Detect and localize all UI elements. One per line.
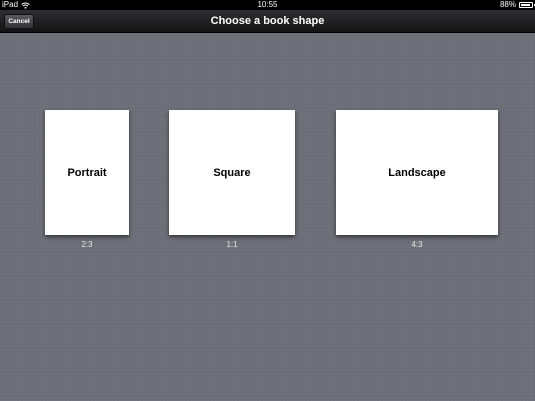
portrait-ratio: 2:3 [81, 240, 93, 249]
square-shape-card[interactable]: Square [169, 110, 295, 235]
status-bar: iPad 10:55 88% [0, 0, 535, 10]
battery-icon [519, 2, 535, 8]
status-time: 10:55 [257, 0, 278, 9]
nav-bar: Choose a book shape Cancel [0, 10, 535, 33]
page-title: Choose a book shape [210, 15, 325, 27]
portrait-shape-card[interactable]: Portrait [45, 110, 129, 235]
battery-fill [521, 4, 530, 6]
landscape-label: Landscape [388, 166, 446, 179]
status-right: 88% [499, 0, 535, 10]
landscape-shape-card[interactable]: Landscape [336, 110, 498, 235]
portrait-label: Portrait [67, 166, 107, 179]
cancel-button[interactable]: Cancel [4, 14, 34, 29]
square-ratio: 1:1 [226, 240, 238, 249]
square-label: Square [213, 166, 251, 179]
battery-percent: 88% [499, 0, 516, 9]
landscape-ratio: 4:3 [411, 240, 423, 249]
